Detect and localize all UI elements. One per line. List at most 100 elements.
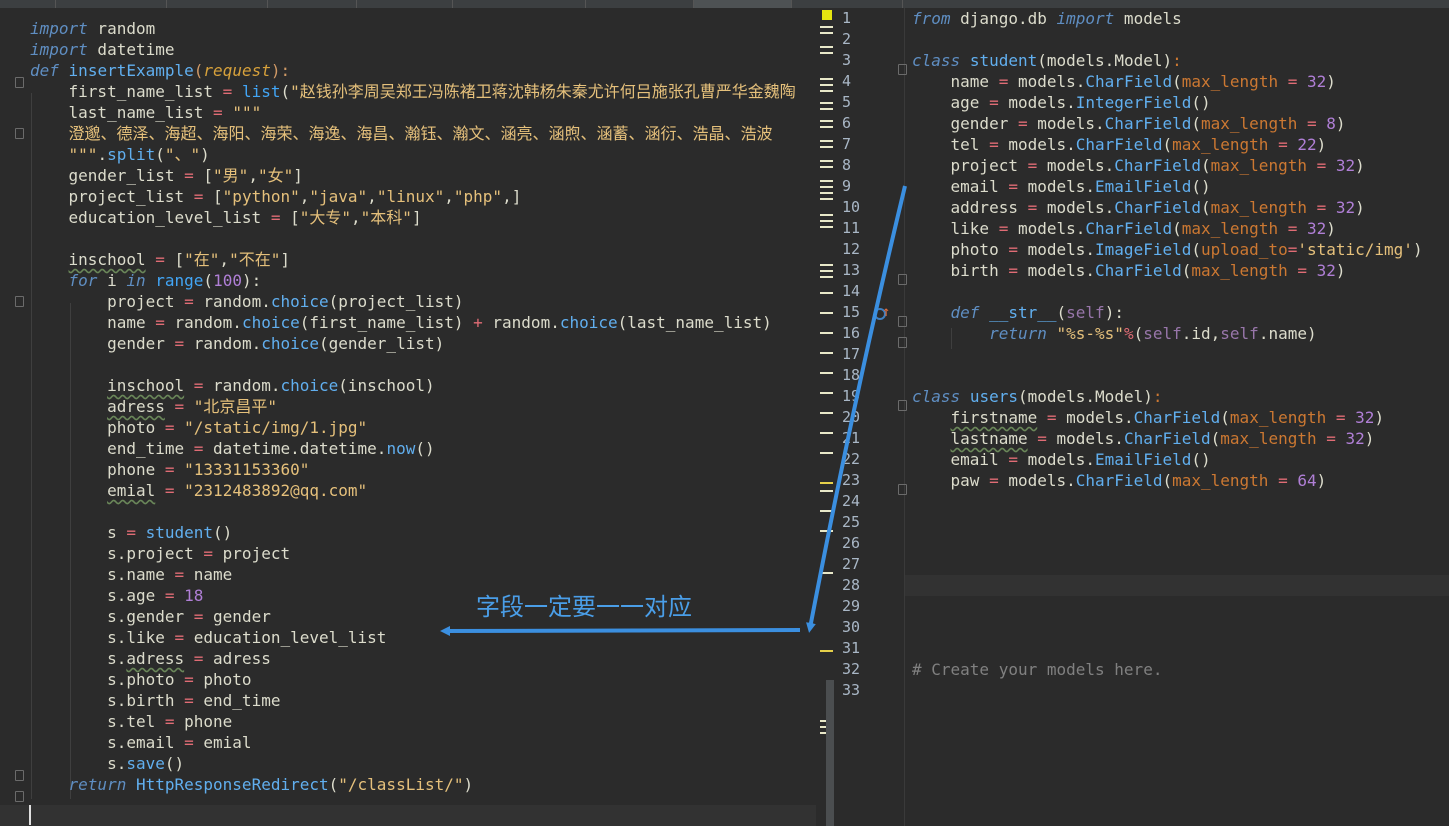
fold-marker-icon[interactable]	[15, 77, 24, 88]
stripe-mark[interactable]	[820, 332, 833, 334]
stripe-mark[interactable]	[820, 530, 833, 532]
stripe-mark[interactable]	[820, 482, 833, 484]
stripe-mark[interactable]	[820, 180, 833, 182]
tab-file[interactable]	[586, 0, 694, 8]
stripe-mark[interactable]	[820, 198, 833, 200]
code-line: gender = random.choice(gender_list)	[30, 334, 445, 353]
stripe-mark[interactable]	[820, 214, 833, 216]
stripe-mark[interactable]	[820, 264, 833, 266]
editor-tab-bar	[0, 0, 1449, 10]
tab-file[interactable]	[268, 0, 357, 8]
line-number: 13	[842, 261, 861, 279]
code-line: email = models.EmailField()	[912, 177, 1211, 196]
tab-file[interactable]	[792, 0, 903, 8]
fold-marker-icon[interactable]	[898, 274, 907, 285]
line-number: 2	[842, 30, 852, 48]
code-line: return HttpResponseRedirect("/classList/…	[68, 775, 474, 794]
stripe-mark[interactable]	[820, 372, 833, 374]
line-number: 15	[842, 303, 861, 321]
stripe-mark[interactable]	[820, 186, 833, 188]
line-number: 16	[842, 324, 861, 342]
tab-file[interactable]	[167, 0, 268, 8]
current-line-highlight	[836, 575, 1449, 596]
stripe-mark[interactable]	[820, 166, 833, 168]
stripe-mark[interactable]	[820, 650, 833, 652]
stripe-mark[interactable]	[820, 84, 833, 86]
stripe-mark[interactable]	[820, 490, 833, 492]
stripe-mark[interactable]	[820, 160, 833, 162]
text-caret	[29, 805, 31, 825]
stripe-mark[interactable]	[820, 220, 833, 222]
code-line: tel = models.CharField(max_length = 22)	[912, 135, 1327, 154]
stripe-mark[interactable]	[820, 312, 833, 314]
stripe-mark[interactable]	[820, 392, 833, 394]
line-number: 26	[842, 534, 861, 552]
stripe-mark[interactable]	[820, 102, 833, 104]
line-number: 19	[842, 387, 861, 405]
code-line: s.age = 18	[30, 586, 204, 605]
line-number: 1	[842, 9, 852, 27]
inspection-status-icon[interactable]	[822, 10, 832, 20]
stripe-mark[interactable]	[820, 572, 833, 574]
code-line: first_name_list = list("赵钱孙李周吴郑王冯陈褚卫蒋沈韩杨…	[30, 82, 796, 101]
fold-marker-icon[interactable]	[898, 400, 907, 411]
stripe-mark[interactable]	[820, 108, 833, 110]
current-line-highlight	[0, 805, 826, 826]
stripe-mark[interactable]	[820, 52, 833, 54]
code-line: s = student()	[30, 523, 233, 542]
stripe-mark[interactable]	[820, 78, 833, 80]
code-line: photo = models.ImageField(upload_to='sta…	[912, 240, 1423, 259]
stripe-mark[interactable]	[820, 352, 833, 354]
code-line: project = random.choice(project_list)	[30, 292, 464, 311]
tab-file[interactable]	[56, 0, 167, 8]
stripe-mark[interactable]	[820, 46, 833, 48]
fold-marker-icon[interactable]	[898, 64, 907, 75]
code-line: age = models.IntegerField()	[912, 93, 1211, 112]
line-number: 32	[842, 660, 861, 678]
line-number: 17	[842, 345, 861, 363]
fold-marker-icon[interactable]	[898, 316, 907, 327]
right-code-editor[interactable]: 1 2 3 4 5 6 7 8 9 10 11 12 13 14 15 16 17 18 19 20 21 22 23 24 2…	[836, 8, 1449, 826]
line-number: 20	[842, 408, 861, 426]
fold-marker-icon[interactable]	[15, 770, 24, 781]
stripe-mark[interactable]	[820, 270, 833, 272]
code-line: s.birth = end_time	[30, 691, 281, 710]
stripe-mark[interactable]	[820, 432, 833, 434]
stripe-mark[interactable]	[820, 452, 833, 454]
stripe-mark[interactable]	[820, 120, 833, 122]
stripe-mark[interactable]	[820, 226, 833, 228]
stripe-mark[interactable]	[820, 276, 833, 278]
tab-file[interactable]	[357, 0, 453, 8]
stripe-mark[interactable]	[820, 412, 833, 414]
stripe-mark[interactable]	[820, 510, 833, 512]
stripe-mark[interactable]	[820, 146, 833, 148]
line-number: 11	[842, 219, 861, 237]
vertical-scrollbar-thumb[interactable]	[826, 680, 834, 826]
stripe-mark[interactable]	[820, 192, 833, 194]
tab-file[interactable]	[453, 0, 586, 8]
fold-marker-icon[interactable]	[15, 296, 24, 307]
stripe-mark[interactable]	[820, 32, 833, 34]
tab-file[interactable]	[0, 0, 56, 8]
line-number: 18	[842, 366, 861, 384]
fold-marker-icon[interactable]	[898, 337, 907, 348]
stripe-mark[interactable]	[820, 126, 833, 128]
fold-marker-icon[interactable]	[15, 791, 24, 802]
fold-marker-icon[interactable]	[898, 484, 907, 495]
code-line: lastname = models.CharField(max_length =…	[950, 429, 1375, 448]
stripe-mark[interactable]	[820, 292, 833, 294]
line-number: 30	[842, 618, 861, 636]
stripe-mark[interactable]	[820, 90, 833, 92]
code-line: last_name_list = """	[30, 103, 262, 122]
stripe-mark[interactable]	[820, 26, 833, 28]
code-line: project_list = ["python","java","linux",…	[30, 187, 522, 206]
line-number: 12	[842, 240, 861, 258]
line-number: 3	[842, 51, 852, 69]
stripe-mark[interactable]	[820, 140, 833, 142]
line-number: 5	[842, 93, 852, 111]
left-code-editor[interactable]: import random import datetime def insert…	[0, 8, 826, 826]
line-number: 23	[842, 471, 861, 489]
arrow-up-icon: ↑	[882, 304, 891, 320]
fold-marker-icon[interactable]	[15, 128, 24, 139]
code-line: paw = models.CharField(max_length = 64)	[912, 471, 1327, 490]
